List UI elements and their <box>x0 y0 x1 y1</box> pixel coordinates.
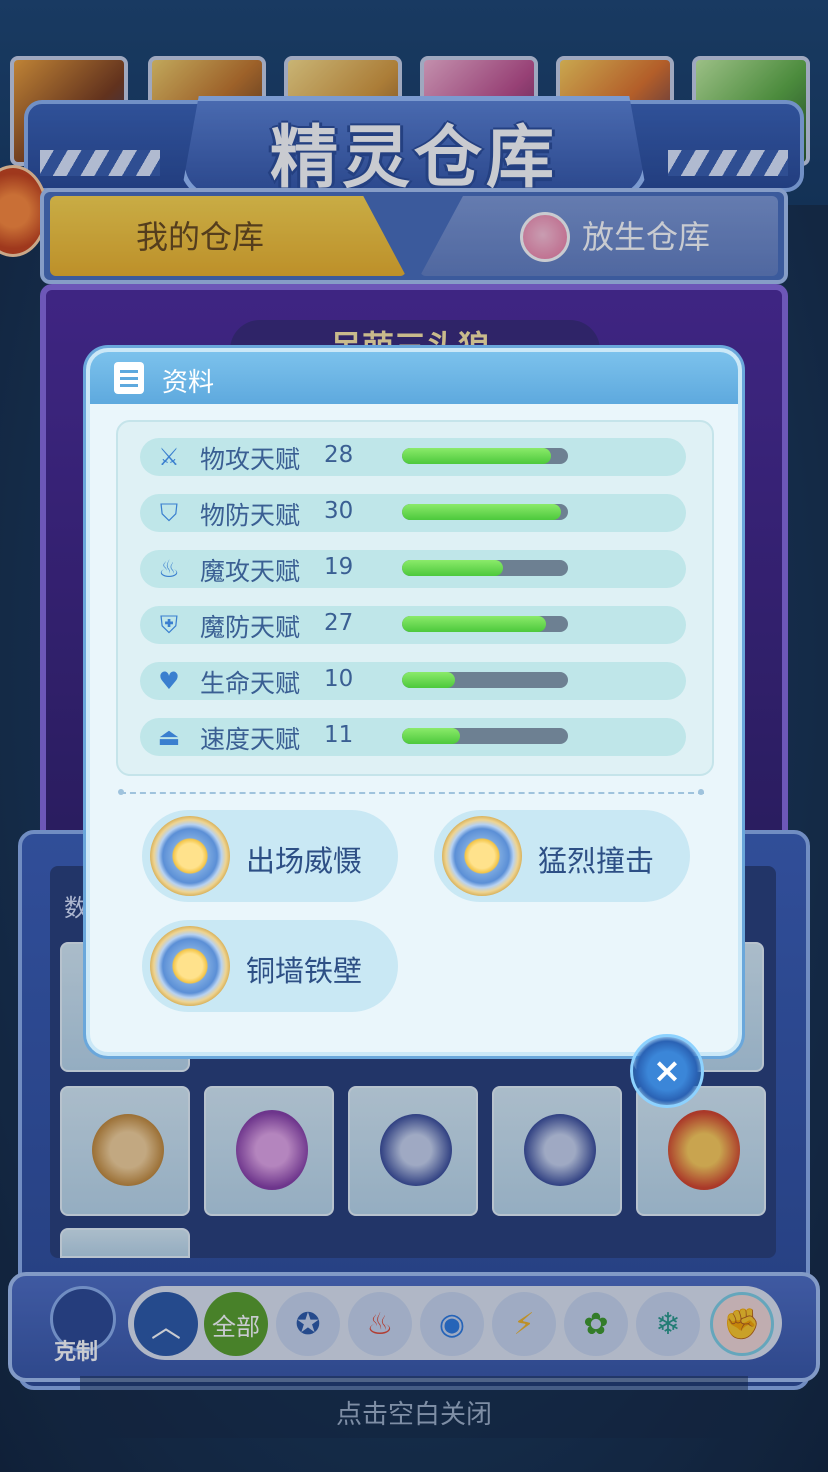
stat-bar-fill <box>402 448 552 464</box>
boot-icon: ⏏ <box>157 723 181 751</box>
stat-bar-fill <box>402 672 456 688</box>
skill-item[interactable]: 出场威慑 <box>142 810 398 902</box>
flame-icon: ♨ <box>158 555 180 583</box>
stat-row: ⛨ 魔防天赋 27 <box>140 606 686 644</box>
stat-row: ⏏ 速度天赋 11 <box>140 718 686 756</box>
skill-label: 猛烈撞击 <box>538 844 655 878</box>
stat-bar <box>402 672 568 688</box>
close-icon: × <box>652 1051 682 1091</box>
skill-emblem-icon <box>150 816 230 896</box>
divider <box>120 792 704 794</box>
divider-dot <box>118 789 124 795</box>
stat-bar <box>402 448 568 464</box>
stat-label: 速度天赋 <box>200 725 301 754</box>
skill-item[interactable]: 铜墙铁壁 <box>142 920 398 1012</box>
stat-bar-fill <box>402 560 504 576</box>
skill-emblem-icon <box>150 926 230 1006</box>
stat-value: 10 <box>324 666 354 692</box>
heart-plus-icon: ♥ <box>158 667 180 695</box>
stat-bar-fill <box>402 504 562 520</box>
stat-row: ♨ 魔攻天赋 19 <box>140 550 686 588</box>
stat-row: ♥ 生命天赋 10 <box>140 662 686 700</box>
stat-label: 魔防天赋 <box>200 613 301 642</box>
sword-icon: ⚔ <box>158 443 180 471</box>
stat-bar <box>402 560 568 576</box>
talent-stats-box: ⚔ 物攻天赋 28 ⛉ 物防天赋 30 ♨ 魔攻天赋 19 ⛨ 魔防天赋 27 … <box>116 420 714 776</box>
stat-bar <box>402 616 568 632</box>
stat-label: 物攻天赋 <box>200 445 301 474</box>
popup-title: 资料 <box>162 368 215 398</box>
close-popup-button[interactable]: × <box>630 1034 704 1108</box>
skill-emblem-icon <box>442 816 522 896</box>
stat-label: 生命天赋 <box>200 669 301 698</box>
stat-value: 30 <box>324 498 354 524</box>
stat-value: 19 <box>324 554 354 580</box>
stat-bar-fill <box>402 728 461 744</box>
divider-dot <box>698 789 704 795</box>
stat-bar <box>402 728 568 744</box>
skill-label: 铜墙铁壁 <box>246 954 363 988</box>
stat-bar-fill <box>402 616 547 632</box>
skill-item[interactable]: 猛烈撞击 <box>434 810 690 902</box>
shield-icon: ⛉ <box>160 499 178 527</box>
stat-value: 11 <box>324 722 354 748</box>
document-icon <box>114 362 144 394</box>
magic-shield-icon: ⛨ <box>160 611 178 639</box>
stat-value: 28 <box>324 442 354 468</box>
stat-value: 27 <box>324 610 354 636</box>
stat-label: 物防天赋 <box>200 501 301 530</box>
skill-label: 出场威慑 <box>246 844 363 878</box>
stat-row: ⚔ 物攻天赋 28 <box>140 438 686 476</box>
stat-bar <box>402 504 568 520</box>
info-popup: 资料 ⚔ 物攻天赋 28 ⛉ 物防天赋 30 ♨ 魔攻天赋 19 ⛨ 魔防天赋 … <box>86 348 742 1056</box>
stat-row: ⛉ 物防天赋 30 <box>140 494 686 532</box>
stat-label: 魔攻天赋 <box>200 557 301 586</box>
